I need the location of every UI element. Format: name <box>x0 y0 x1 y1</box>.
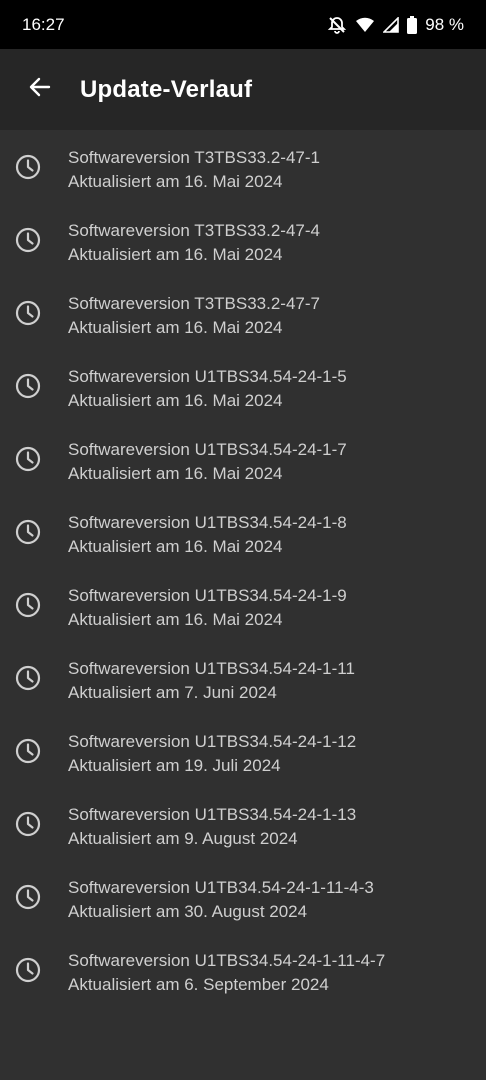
list-item-texts: Softwareversion U1TBS34.54-24-1-12 Aktua… <box>68 730 356 778</box>
app-bar: Update-Verlauf <box>0 49 486 130</box>
update-date-label: Aktualisiert am 16. Mai 2024 <box>68 245 283 264</box>
update-date-label: Aktualisiert am 9. August 2024 <box>68 829 298 848</box>
clock-icon <box>14 518 42 546</box>
clock-icon <box>14 591 42 619</box>
update-date-label: Aktualisiert am 30. August 2024 <box>68 902 308 921</box>
status-time: 16:27 <box>22 14 65 34</box>
list-item[interactable]: Softwareversion T3TBS33.2-47-4 Aktualisi… <box>0 203 486 276</box>
clock-icon <box>14 956 42 984</box>
clock-icon <box>14 299 42 327</box>
list-item-texts: Softwareversion U1TBS34.54-24-1-5 Aktual… <box>68 365 347 413</box>
wifi-icon <box>355 16 375 34</box>
list-item-texts: Softwareversion U1TBS34.54-24-1-8 Aktual… <box>68 511 347 559</box>
clock-icon <box>14 445 42 473</box>
list-item[interactable]: Softwareversion U1TBS34.54-24-1-11 Aktua… <box>0 641 486 714</box>
list-item-texts: Softwareversion T3TBS33.2-47-1 Aktualisi… <box>68 146 320 194</box>
clock-icon <box>14 153 42 181</box>
software-version-label: Softwareversion U1TBS34.54-24-1-11 <box>68 659 355 678</box>
list-item[interactable]: Softwareversion U1TBS34.54-24-1-8 Aktual… <box>0 495 486 568</box>
software-version-label: Softwareversion U1TB34.54-24-1-11-4-3 <box>68 878 374 897</box>
software-version-label: Softwareversion T3TBS33.2-47-7 <box>68 294 320 313</box>
list-item-texts: Softwareversion U1TB34.54-24-1-11-4-3 Ak… <box>68 876 374 924</box>
signal-icon <box>383 16 400 33</box>
clock-icon <box>14 372 42 400</box>
software-version-label: Softwareversion U1TBS34.54-24-1-13 <box>68 805 357 824</box>
status-icons: 98 % <box>327 15 464 35</box>
update-date-label: Aktualisiert am 16. Mai 2024 <box>68 172 283 191</box>
software-version-label: Softwareversion T3TBS33.2-47-4 <box>68 221 320 240</box>
update-date-label: Aktualisiert am 16. Mai 2024 <box>68 610 283 629</box>
list-item[interactable]: Softwareversion U1TBS34.54-24-1-13 Aktua… <box>0 787 486 860</box>
update-date-label: Aktualisiert am 7. Juni 2024 <box>68 683 277 702</box>
list-item-texts: Softwareversion U1TBS34.54-24-1-11-4-7 A… <box>68 949 385 997</box>
list-item-texts: Softwareversion T3TBS33.2-47-7 Aktualisi… <box>68 292 320 340</box>
update-date-label: Aktualisiert am 16. Mai 2024 <box>68 537 283 556</box>
clock-icon <box>14 226 42 254</box>
arrow-back-icon <box>28 75 52 104</box>
software-version-label: Softwareversion U1TBS34.54-24-1-8 <box>68 513 347 532</box>
list-item-texts: Softwareversion U1TBS34.54-24-1-13 Aktua… <box>68 803 356 851</box>
update-date-label: Aktualisiert am 16. Mai 2024 <box>68 391 283 410</box>
list-item[interactable]: Softwareversion U1TB34.54-24-1-11-4-3 Ak… <box>0 860 486 933</box>
list-item[interactable]: Softwareversion U1TBS34.54-24-1-9 Aktual… <box>0 568 486 641</box>
list-item[interactable]: Softwareversion U1TBS34.54-24-1-12 Aktua… <box>0 714 486 787</box>
clock-icon <box>14 664 42 692</box>
clock-icon <box>14 883 42 911</box>
list-item[interactable]: Softwareversion U1TBS34.54-24-1-7 Aktual… <box>0 422 486 495</box>
software-version-label: Softwareversion T3TBS33.2-47-1 <box>68 148 320 167</box>
software-version-label: Softwareversion U1TBS34.54-24-1-7 <box>68 440 347 459</box>
back-button[interactable] <box>26 76 54 104</box>
list-item[interactable]: Softwareversion T3TBS33.2-47-7 Aktualisi… <box>0 276 486 349</box>
mute-icon <box>327 15 347 35</box>
update-date-label: Aktualisiert am 16. Mai 2024 <box>68 464 283 483</box>
list-item[interactable]: Softwareversion U1TBS34.54-24-1-5 Aktual… <box>0 349 486 422</box>
list-item[interactable]: Softwareversion T3TBS33.2-47-1 Aktualisi… <box>0 130 486 203</box>
update-date-label: Aktualisiert am 16. Mai 2024 <box>68 318 283 337</box>
page-title: Update-Verlauf <box>80 75 253 103</box>
update-history-list: Softwareversion T3TBS33.2-47-1 Aktualisi… <box>0 130 486 1006</box>
software-version-label: Softwareversion U1TBS34.54-24-1-11-4-7 <box>68 951 386 970</box>
clock-icon <box>14 810 42 838</box>
status-bar: 16:27 98 % <box>0 0 486 49</box>
battery-icon <box>407 15 418 34</box>
clock-icon <box>14 737 42 765</box>
update-date-label: Aktualisiert am 6. September 2024 <box>68 975 329 994</box>
list-item[interactable]: Softwareversion U1TBS34.54-24-1-11-4-7 A… <box>0 933 486 1006</box>
software-version-label: Softwareversion U1TBS34.54-24-1-5 <box>68 367 347 386</box>
list-item-texts: Softwareversion U1TBS34.54-24-1-7 Aktual… <box>68 438 347 486</box>
software-version-label: Softwareversion U1TBS34.54-24-1-12 <box>68 732 357 751</box>
battery-percent: 98 % <box>425 14 464 34</box>
list-item-texts: Softwareversion T3TBS33.2-47-4 Aktualisi… <box>68 219 320 267</box>
list-item-texts: Softwareversion U1TBS34.54-24-1-9 Aktual… <box>68 584 347 632</box>
list-item-texts: Softwareversion U1TBS34.54-24-1-11 Aktua… <box>68 657 355 705</box>
update-date-label: Aktualisiert am 19. Juli 2024 <box>68 756 281 775</box>
software-version-label: Softwareversion U1TBS34.54-24-1-9 <box>68 586 347 605</box>
